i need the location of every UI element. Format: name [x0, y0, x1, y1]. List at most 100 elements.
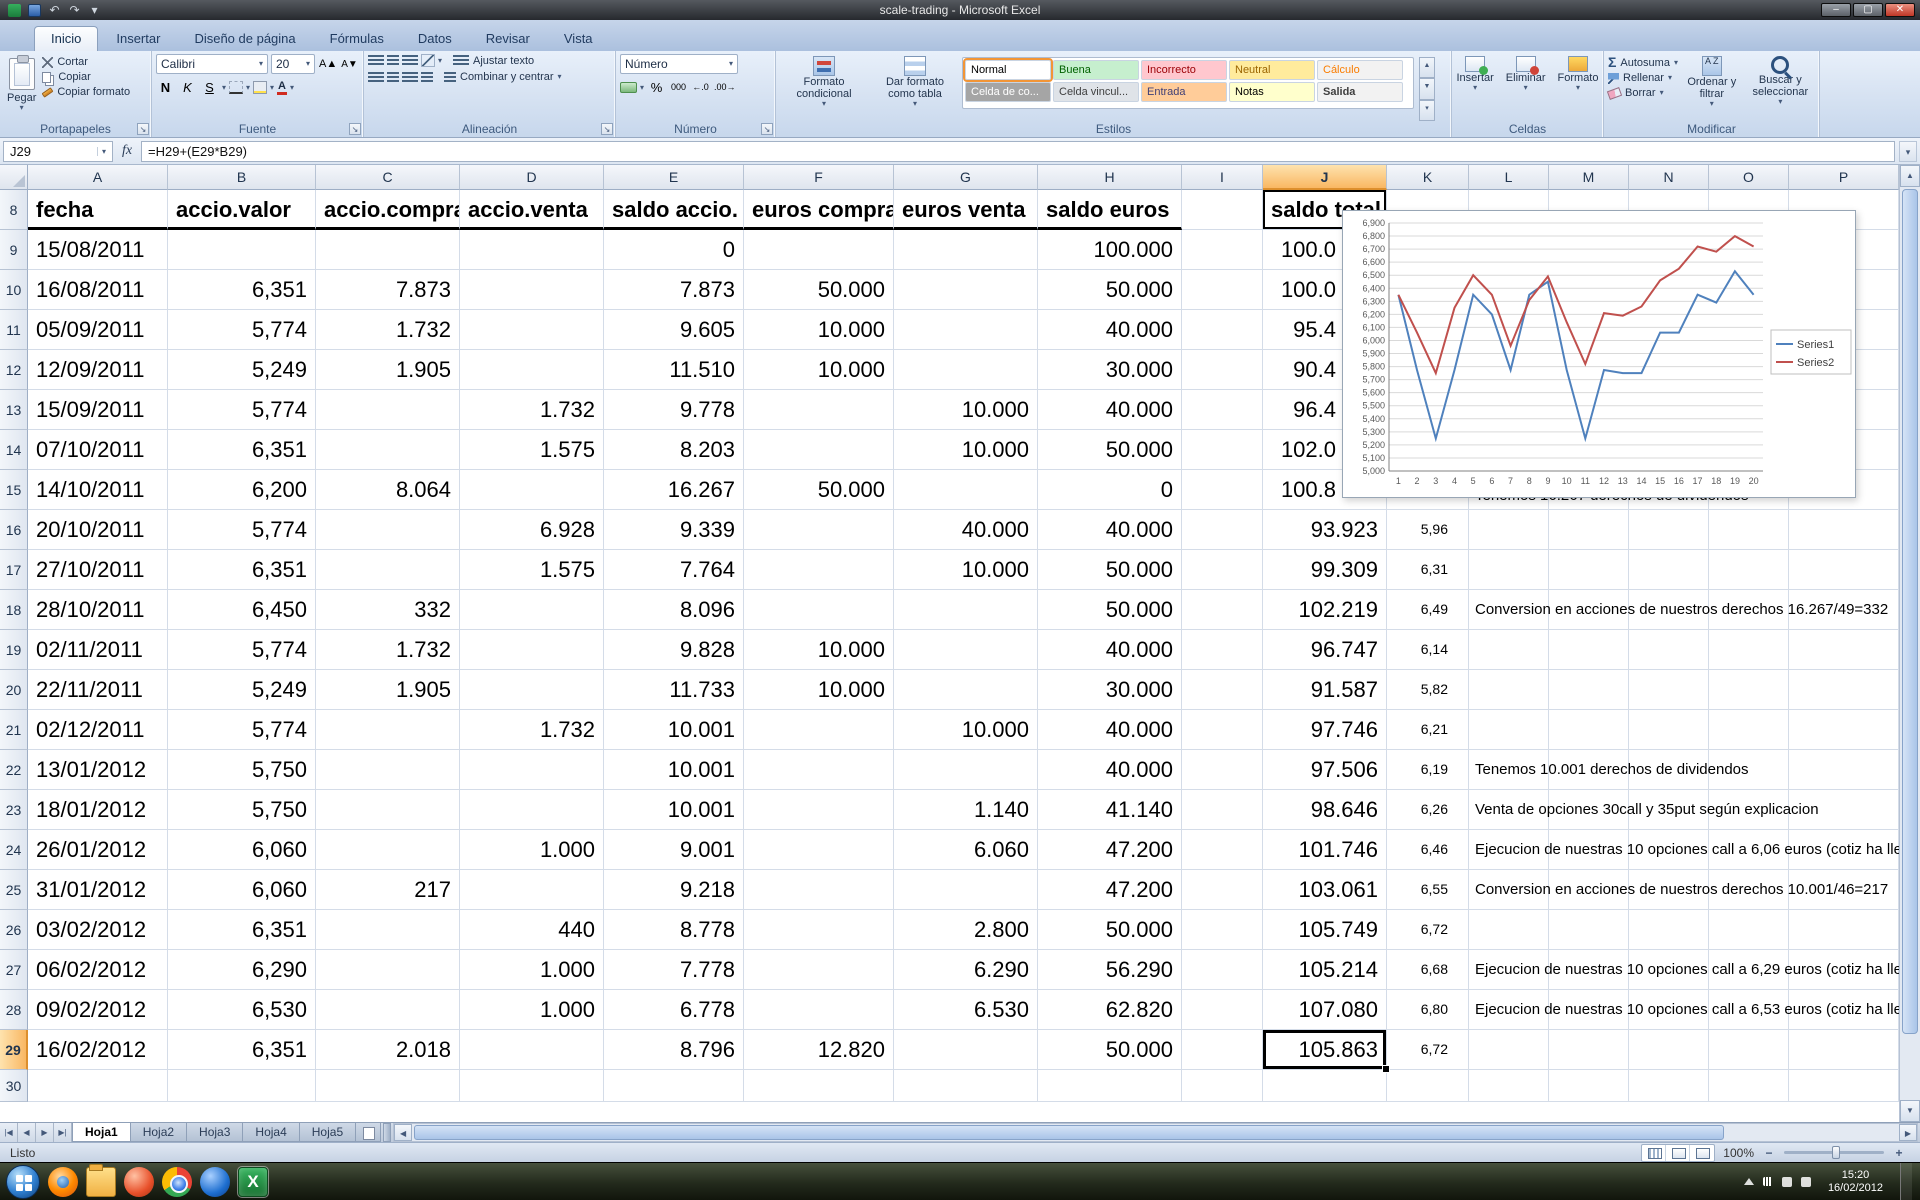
excel-taskbar-icon[interactable]: X: [238, 1167, 268, 1197]
cell-C9[interactable]: [316, 230, 460, 270]
taskbar-clock[interactable]: 15:20 16/02/2012: [1820, 1169, 1891, 1195]
cell-H12[interactable]: 30.000: [1038, 350, 1182, 390]
cell-style-buena[interactable]: Buena: [1053, 60, 1139, 80]
cell-L21[interactable]: [1469, 710, 1549, 750]
cell-N21[interactable]: [1629, 710, 1709, 750]
cell-H29[interactable]: 50.000: [1038, 1030, 1182, 1070]
cell-J27[interactable]: 105.214: [1263, 950, 1387, 990]
cell-M19[interactable]: [1549, 630, 1629, 670]
cell-F29[interactable]: 12.820: [744, 1030, 894, 1070]
cell-E24[interactable]: 9.001: [604, 830, 744, 870]
cell-G22[interactable]: [894, 750, 1038, 790]
cell-F14[interactable]: [744, 430, 894, 470]
cell-G29[interactable]: [894, 1030, 1038, 1070]
cell-A17[interactable]: 27/10/2011: [28, 550, 168, 590]
cell-J18[interactable]: 102.219: [1263, 590, 1387, 630]
row-header-20[interactable]: 20: [0, 670, 28, 710]
cell-D10[interactable]: [460, 270, 604, 310]
cell-L23[interactable]: Venta de opciones 30call y 35put según e…: [1469, 790, 1549, 830]
cell-G28[interactable]: 6.530: [894, 990, 1038, 1030]
row-header-23[interactable]: 23: [0, 790, 28, 830]
network-icon[interactable]: [1763, 1177, 1773, 1186]
cell-style-entrada[interactable]: Entrada: [1141, 82, 1227, 102]
cell-H13[interactable]: 40.000: [1038, 390, 1182, 430]
cell-G17[interactable]: 10.000: [894, 550, 1038, 590]
cell-I12[interactable]: [1182, 350, 1263, 390]
sheet-tab-hoja1[interactable]: Hoja1: [72, 1123, 131, 1142]
cell-E14[interactable]: 8.203: [604, 430, 744, 470]
cell-E25[interactable]: 9.218: [604, 870, 744, 910]
cell-D9[interactable]: [460, 230, 604, 270]
cell-D8[interactable]: accio.venta: [460, 190, 604, 230]
cell-O30[interactable]: [1709, 1070, 1789, 1102]
cell-E30[interactable]: [604, 1070, 744, 1102]
cell-B18[interactable]: 6,450: [168, 590, 316, 630]
cell-G23[interactable]: 1.140: [894, 790, 1038, 830]
cell-B30[interactable]: [168, 1070, 316, 1102]
number-format-select[interactable]: Número▾: [620, 54, 738, 74]
cell-I16[interactable]: [1182, 510, 1263, 550]
scroll-left-icon[interactable]: ◀: [394, 1124, 412, 1141]
cell-H24[interactable]: 47.200: [1038, 830, 1182, 870]
vertical-scroll-thumb[interactable]: [1902, 189, 1918, 1034]
formula-input[interactable]: =H29+(E29*B29): [141, 141, 1895, 162]
fill-handle[interactable]: [1382, 1065, 1390, 1073]
row-header-17[interactable]: 17: [0, 550, 28, 590]
cell-C14[interactable]: [316, 430, 460, 470]
cell-A19[interactable]: 02/11/2011: [28, 630, 168, 670]
cell-J26[interactable]: 105.749: [1263, 910, 1387, 950]
row-header-22[interactable]: 22: [0, 750, 28, 790]
cell-D11[interactable]: [460, 310, 604, 350]
cell-M30[interactable]: [1549, 1070, 1629, 1102]
column-header-I[interactable]: I: [1182, 165, 1263, 190]
horizontal-scroll-thumb[interactable]: [414, 1125, 1724, 1140]
cell-K19[interactable]: 6,14: [1387, 630, 1469, 670]
comma-style-button[interactable]: 000: [669, 78, 688, 97]
cell-A30[interactable]: [28, 1070, 168, 1102]
cell-K24[interactable]: 6,46: [1387, 830, 1469, 870]
format-cells-button[interactable]: Formato▾: [1555, 54, 1602, 121]
dialog-launcher-icon[interactable]: ↘: [137, 123, 149, 135]
grow-font-button[interactable]: A▲: [318, 55, 337, 74]
column-header-F[interactable]: F: [744, 165, 894, 190]
cell-H22[interactable]: 40.000: [1038, 750, 1182, 790]
cell-style-celda-vincul-[interactable]: Celda vincul...: [1053, 82, 1139, 102]
cell-C25[interactable]: 217: [316, 870, 460, 910]
borders-icon[interactable]: [229, 81, 243, 94]
shrink-font-button[interactable]: A▼: [340, 55, 359, 74]
bold-button[interactable]: N: [156, 78, 175, 97]
cell-J19[interactable]: 96.747: [1263, 630, 1387, 670]
hidden-icons-arrow-icon[interactable]: [1744, 1178, 1754, 1185]
cell-N29[interactable]: [1629, 1030, 1709, 1070]
percent-style-button[interactable]: %: [647, 78, 666, 97]
cell-H15[interactable]: 0: [1038, 470, 1182, 510]
cell-I27[interactable]: [1182, 950, 1263, 990]
cell-C17[interactable]: [316, 550, 460, 590]
cell-O17[interactable]: [1709, 550, 1789, 590]
cell-A18[interactable]: 28/10/2011: [28, 590, 168, 630]
cell-I19[interactable]: [1182, 630, 1263, 670]
cell-A16[interactable]: 20/10/2011: [28, 510, 168, 550]
cell-L19[interactable]: [1469, 630, 1549, 670]
cell-E11[interactable]: 9.605: [604, 310, 744, 350]
select-all-button[interactable]: [0, 165, 28, 190]
cell-K26[interactable]: 6,72: [1387, 910, 1469, 950]
cell-P29[interactable]: [1789, 1030, 1899, 1070]
cell-style-normal[interactable]: Normal: [965, 60, 1051, 80]
cell-style-incorrecto[interactable]: Incorrecto: [1141, 60, 1227, 80]
column-header-N[interactable]: N: [1629, 165, 1709, 190]
tab-split-handle[interactable]: [383, 1123, 391, 1142]
cell-C24[interactable]: [316, 830, 460, 870]
minimize-button[interactable]: –: [1821, 3, 1851, 17]
page-break-view-icon[interactable]: [1690, 1145, 1714, 1161]
cell-H26[interactable]: 50.000: [1038, 910, 1182, 950]
cell-H20[interactable]: 30.000: [1038, 670, 1182, 710]
row-header-27[interactable]: 27: [0, 950, 28, 990]
cell-K22[interactable]: 6,19: [1387, 750, 1469, 790]
cell-K20[interactable]: 5,82: [1387, 670, 1469, 710]
scroll-right-icon[interactable]: ▶: [1899, 1124, 1917, 1141]
cell-G24[interactable]: 6.060: [894, 830, 1038, 870]
wrap-text-button[interactable]: Ajustar texto: [453, 55, 534, 67]
gallery-more-icon[interactable]: ▾: [1419, 100, 1435, 121]
cell-B24[interactable]: 6,060: [168, 830, 316, 870]
